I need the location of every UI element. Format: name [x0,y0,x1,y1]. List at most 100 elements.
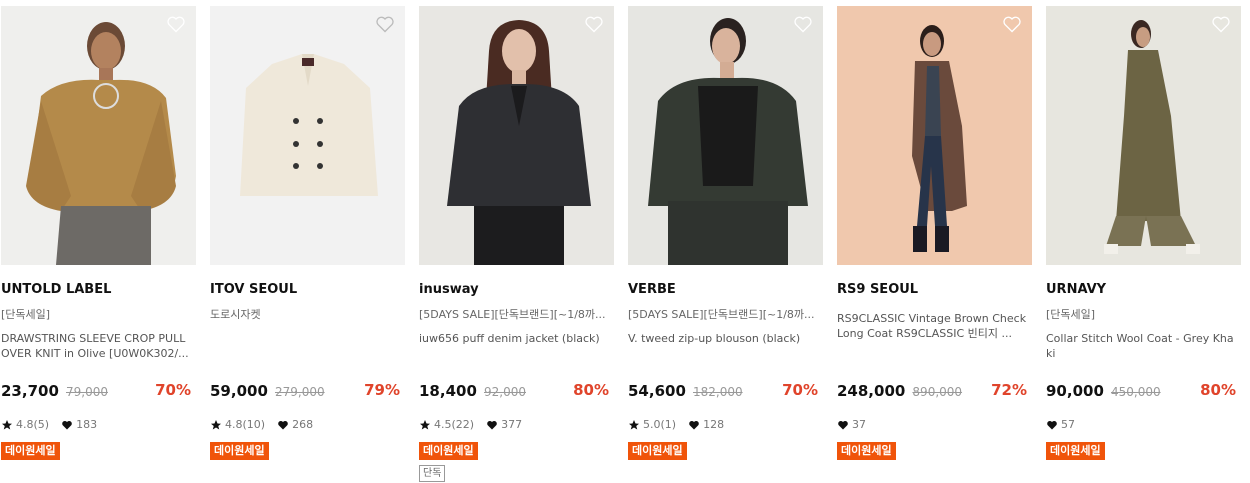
original-price: 92,000 [483,385,526,399]
rating: 4.5(22) [419,418,474,431]
rating: 4.8(5) [1,418,49,431]
brand-name[interactable]: RS9 SEOUL [837,282,918,297]
product-description[interactable]: Collar Stitch Wool Coat - Grey Khaki [1046,331,1236,361]
product-description[interactable]: V. tweed zip-up blouson (black) [628,331,818,346]
product-subtitle: [단독세일] [1,308,51,321]
heart-outline-icon[interactable] [166,14,186,34]
star-icon [2,419,12,429]
like-count: 268 [292,418,314,431]
heart-outline-icon[interactable] [1002,14,1022,34]
heart-outline-icon[interactable] [793,14,813,34]
product-image[interactable] [1046,6,1241,265]
product-image[interactable] [419,6,614,265]
product-subtitle: [단독세일] [1046,308,1096,321]
rating-value: 4.5(22) [434,418,475,431]
product-description[interactable]: RS9CLASSIC Vintage Brown Check Long Coat… [837,311,1027,341]
like-count: 128 [703,418,725,431]
product-card[interactable]: UNTOLD LABEL [단독세일] DRAWSTRING SLEEVE CR… [1,6,196,483]
sale-badge: 데이원세일 [419,442,478,460]
brand-name[interactable]: UNTOLD LABEL [1,282,111,297]
brand-name[interactable]: ITOV SEOUL [210,282,297,297]
price-row: 23,700 79,000 70% [1,381,191,401]
original-price: 890,000 [912,385,963,399]
star-icon [420,419,430,429]
heart-filled-icon [487,420,497,429]
discount-rate: 80% [573,381,609,399]
original-price: 79,000 [65,385,108,399]
original-price: 182,000 [692,385,743,399]
product-grid: UNTOLD LABEL [단독세일] DRAWSTRING SLEEVE CR… [0,0,1250,483]
likes: 128 [688,418,724,431]
brand-name[interactable]: inusway [419,282,479,297]
product-meta: 4.5(22) 377 [419,418,534,431]
like-count: 57 [1061,418,1075,431]
product-subtitle[interactable]: 도로시자켓 [210,306,402,322]
heart-filled-icon [62,420,72,429]
rating: 4.8(10) [210,418,265,431]
product-meta: 37 [837,418,878,431]
product-card[interactable]: RS9 SEOUL RS9CLASSIC Vintage Brown Check… [837,6,1032,483]
product-meta: 4.8(5) 183 [1,418,109,431]
sale-badge: 데이원세일 [1,442,60,460]
star-icon [211,419,221,429]
product-image[interactable] [837,6,1032,265]
heart-filled-icon [838,420,848,429]
sale-price: 90,000 [1046,382,1104,400]
like-count: 377 [501,418,523,431]
heart-outline-icon[interactable] [1211,14,1231,34]
sale-price: 23,700 [1,382,59,400]
discount-rate: 70% [782,381,818,399]
product-subtitle: [5DAYS SALE][단독브랜드][~1/8까... [628,308,815,321]
likes: 37 [837,418,866,431]
sale-badge: 데이원세일 [1046,442,1105,460]
product-subtitle: [5DAYS SALE][단독브랜드][~1/8까... [419,308,606,321]
sale-price: 54,600 [628,382,686,400]
product-description[interactable]: iuw656 puff denim jacket (black) [419,331,609,346]
rating-value: 4.8(5) [16,418,50,431]
product-image[interactable] [1,6,196,265]
product-meta: 57 [1046,418,1087,431]
rating-value: 5.0(1) [643,418,677,431]
price-row: 90,000 450,000 80% [1046,381,1236,401]
brand-name[interactable]: URNAVY [1046,282,1106,297]
like-count: 37 [852,418,866,431]
product-image[interactable] [210,6,405,265]
heart-outline-icon[interactable] [375,14,395,34]
sale-price: 248,000 [837,382,906,400]
heart-filled-icon [1047,420,1057,429]
discount-rate: 72% [991,381,1027,399]
likes: 377 [486,418,522,431]
rating-value: 4.8(10) [225,418,266,431]
rating: 5.0(1) [628,418,676,431]
sale-badge: 데이원세일 [837,442,896,460]
brand-name[interactable]: VERBE [628,282,676,297]
discount-rate: 79% [364,381,400,399]
sale-badge: 데이원세일 [210,442,269,460]
sale-badge: 데이원세일 [628,442,687,460]
heart-filled-icon [278,420,288,429]
original-price: 450,000 [1110,385,1161,399]
discount-rate: 70% [155,381,191,399]
product-card[interactable]: ITOV SEOUL 도로시자켓 59,000 279,000 79% 4.8(… [210,6,405,483]
heart-outline-icon[interactable] [584,14,604,34]
product-card[interactable]: URNAVY [단독세일] Collar Stitch Wool Coat - … [1046,6,1241,483]
product-image[interactable] [628,6,823,265]
original-price: 279,000 [274,385,325,399]
heart-filled-icon [689,420,699,429]
price-row: 54,600 182,000 70% [628,381,818,401]
likes: 183 [61,418,97,431]
product-meta: 5.0(1) 128 [628,418,736,431]
price-row: 248,000 890,000 72% [837,381,1027,401]
product-description[interactable]: DRAWSTRING SLEEVE CROP PULLOVER KNIT in … [1,331,191,361]
price-row: 59,000 279,000 79% [210,381,400,401]
likes: 57 [1046,418,1075,431]
sale-price: 59,000 [210,382,268,400]
sale-price: 18,400 [419,382,477,400]
product-card[interactable]: VERBE [5DAYS SALE][단독브랜드][~1/8까... V. tw… [628,6,823,483]
exclusive-badge: 단독 [419,465,446,482]
product-card[interactable]: inusway [5DAYS SALE][단독브랜드][~1/8까... iuw… [419,6,614,483]
price-row: 18,400 92,000 80% [419,381,609,401]
star-icon [629,419,639,429]
like-count: 183 [76,418,98,431]
likes: 268 [277,418,313,431]
